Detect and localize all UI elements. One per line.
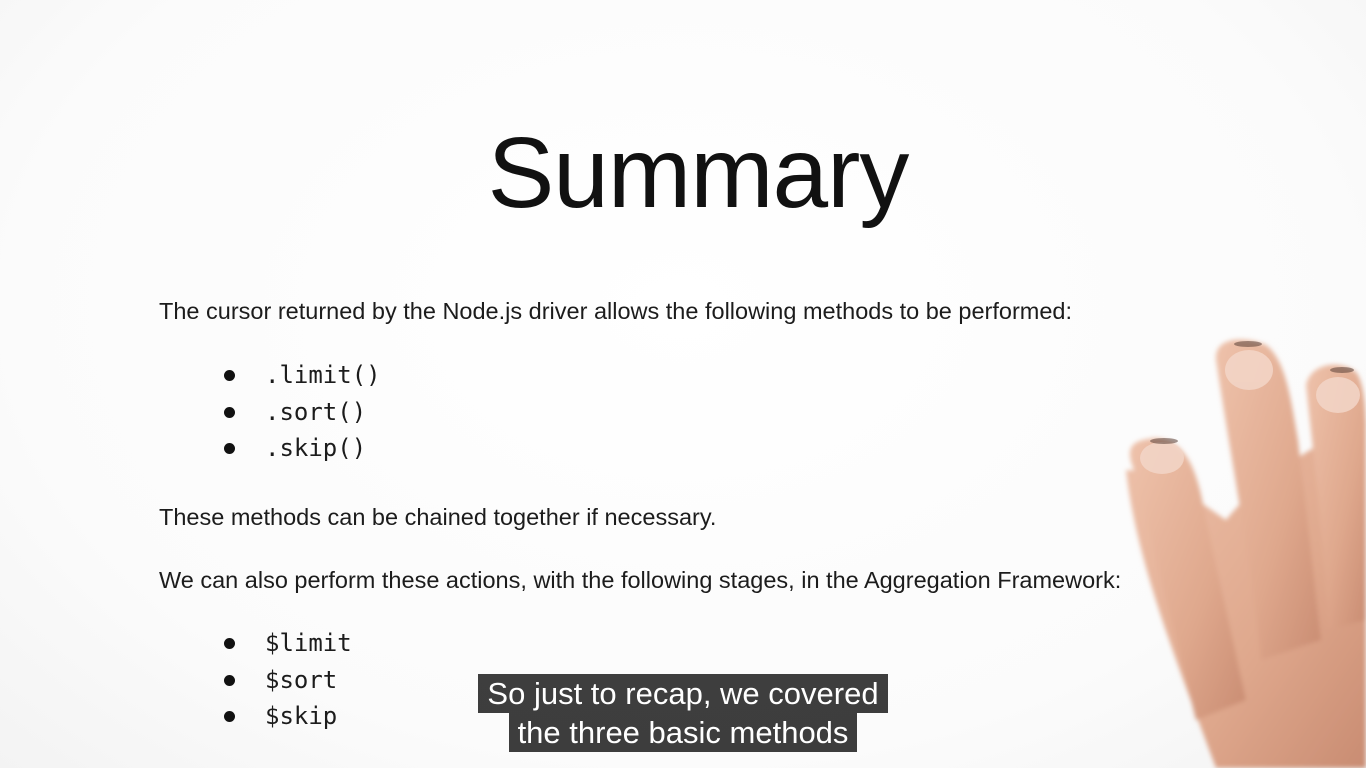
presenter-hand-image	[1126, 339, 1366, 768]
subtitle-overlay: So just to recap, we covered the three b…	[0, 674, 1366, 752]
video-frame[interactable]: Summary The cursor returned by the Node.…	[0, 0, 1366, 768]
bullet-icon	[224, 443, 235, 454]
list-item: .sort()	[222, 398, 381, 435]
bullet-icon	[224, 370, 235, 381]
slide-title: Summary	[487, 117, 910, 229]
bullet-icon	[224, 406, 235, 418]
subtitle-line-1: So just to recap, we covered	[478, 674, 888, 713]
subtitle-line-2: the three basic methods	[508, 713, 858, 752]
list-item: $limit	[222, 629, 352, 666]
list-item: .limit()	[222, 361, 381, 398]
chain-note-text: These methods can be chained together if…	[159, 504, 717, 530]
method-label: .sort()	[265, 397, 367, 426]
intro-text: The cursor returned by the Node.js drive…	[159, 298, 1073, 324]
stage-label: $limit	[265, 629, 352, 657]
list-item: .skip()	[222, 434, 381, 471]
aggregation-intro-text: We can also perform these actions, with …	[159, 567, 1122, 593]
method-label: .limit()	[265, 361, 381, 389]
cursor-methods-list: .limit() .sort() .skip()	[222, 361, 381, 471]
method-label: .skip()	[265, 434, 367, 462]
bullet-icon	[224, 638, 235, 649]
